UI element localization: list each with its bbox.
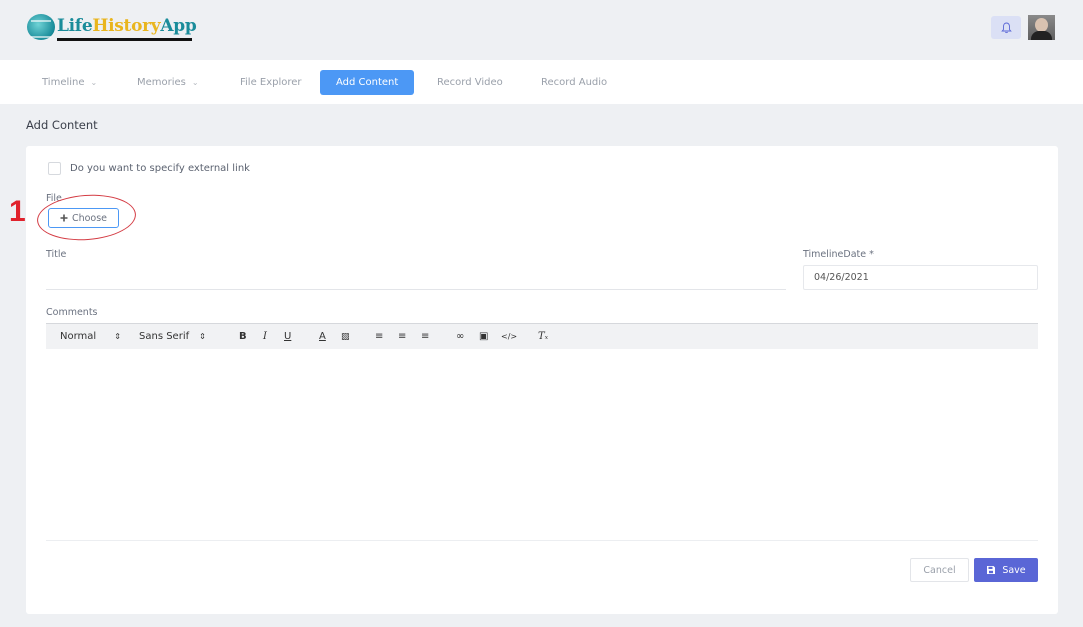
nav-add-content[interactable]: Add Content [320,70,415,95]
clear-format-icon[interactable]: Tₓ [538,324,548,350]
chevron-down-icon: ⌄ [90,78,98,87]
nav-record-video[interactable]: Record Video [437,70,503,95]
header-select[interactable]: Normal ⇕ [60,324,121,350]
bold-icon[interactable]: B [239,324,247,350]
nav-memories[interactable]: Memories ⌄ [137,70,199,95]
logo-underline [57,38,192,41]
save-icon [987,566,996,574]
app-logo[interactable]: LifeHistoryApp [27,14,197,42]
user-avatar[interactable] [1028,15,1055,40]
main-nav: Timeline ⌄ Memories ⌄ File Explorer Add Co… [0,60,1083,104]
background-color-icon[interactable]: ▧ [341,324,350,350]
chevron-down-icon: ⌄ [191,78,199,87]
page-title: Add Content [26,118,98,132]
editor-toolbar: Normal ⇕ Sans Serif ⇕ B I U A ▧ ≡ ≡ ≡ ∞ ▣ … [46,323,1038,349]
save-button[interactable]: Save [974,558,1038,582]
nav-timeline[interactable]: Timeline ⌄ [42,70,97,95]
nav-record-audio[interactable]: Record Audio [541,70,607,95]
app-header: LifeHistoryApp [0,0,1083,60]
annotation-number: 1 [9,195,26,228]
bullet-list-icon[interactable]: ≡ [398,324,406,350]
image-icon[interactable]: ▣ [479,324,488,350]
timeline-date-label: TimelineDate * [803,249,874,260]
globe-logo-icon [27,14,55,40]
italic-icon[interactable]: I [263,324,267,350]
comments-editor[interactable] [46,349,1038,541]
underline-icon[interactable]: U [284,324,291,350]
logo-text: LifeHistoryApp [57,16,197,36]
font-select[interactable]: Sans Serif ⇕ [139,324,206,350]
font-color-icon[interactable]: A [319,324,326,350]
ordered-list-icon[interactable]: ≡ [375,324,383,350]
external-link-label: Do you want to specify external link [70,163,250,174]
align-icon[interactable]: ≡ [421,324,429,350]
title-input[interactable] [46,265,786,290]
nav-file-explorer[interactable]: File Explorer [240,70,302,95]
comments-label: Comments [46,307,98,318]
code-icon[interactable]: </> [501,324,517,350]
timeline-date-input[interactable] [803,265,1038,290]
external-link-checkbox[interactable] [48,162,61,175]
title-label: Title [46,249,67,260]
cancel-button[interactable]: Cancel [910,558,969,582]
bell-icon [1000,22,1012,33]
notifications-button[interactable] [991,16,1021,39]
link-icon[interactable]: ∞ [456,324,464,350]
